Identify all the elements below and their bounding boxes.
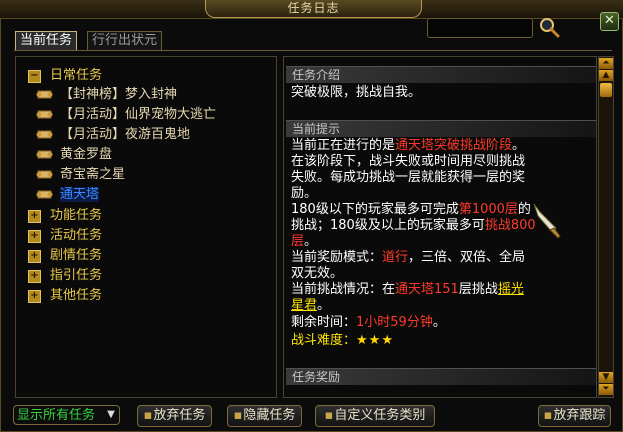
quest-scroll-icon: [36, 190, 53, 199]
tips-header: 当前提示: [286, 120, 596, 137]
category-story[interactable]: + 剧情任务: [28, 246, 102, 266]
scroll-top-icon[interactable]: ⏶: [599, 58, 613, 69]
category-guide[interactable]: + 指引任务: [28, 266, 102, 286]
detail-scrollbar[interactable]: ⏶ ▲ ▼ ⏷: [598, 56, 614, 398]
category-label: 活动任务: [50, 228, 103, 243]
close-button[interactable]: ✕: [600, 12, 619, 31]
tab-career[interactable]: 行行出状元: [87, 31, 163, 50]
magnifier-icon[interactable]: [538, 16, 560, 38]
collapse-icon[interactable]: −: [28, 70, 41, 83]
tip-line: 当前奖励模式：道行，三倍、双倍、全局: [291, 250, 526, 265]
category-label: 指引任务: [50, 268, 103, 283]
quest-filter-select[interactable]: 显示所有任务 ▼: [13, 405, 120, 425]
quest-item-selected[interactable]: 通天塔: [36, 185, 100, 205]
quest-scroll-icon: [36, 90, 53, 99]
quest-item[interactable]: 黄金罗盘: [36, 145, 112, 165]
tip-line: 当前挑战情况：在通天塔151层挑战摇光: [291, 282, 524, 297]
quest-scroll-icon: [36, 110, 53, 119]
quest-item[interactable]: 【封神榜】梦入封神: [36, 85, 177, 105]
category-daily[interactable]: − 日常任务: [28, 66, 102, 86]
button-bullet-icon: ▪: [233, 408, 243, 423]
chevron-down-icon[interactable]: ▼: [105, 409, 117, 421]
expand-icon[interactable]: +: [28, 290, 41, 303]
title-bar[interactable]: 任务日志: [0, 0, 623, 19]
tip-line: 在该阶段下，战斗失败或时间用尽则挑战: [291, 154, 526, 169]
quest-item[interactable]: 【月活动】仙界宠物大逃亡: [36, 105, 216, 125]
button-bullet-icon: ▪: [143, 408, 153, 423]
intro-text: 突破极限，挑战自我。: [291, 85, 422, 100]
category-activity[interactable]: + 活动任务: [28, 226, 102, 246]
npc-link[interactable]: 摇光: [498, 282, 524, 297]
tip-line: 挑战；180级及以上的玩家最多可挑战800: [291, 218, 536, 233]
tip-line: 180级以下的玩家最多可完成第1000层的: [291, 202, 531, 217]
scroll-up-icon[interactable]: ▲: [599, 70, 613, 81]
button-bullet-icon: ▪: [543, 408, 553, 423]
tip-line: 当前正在进行的是通天塔突破挑战阶段。: [291, 138, 526, 153]
category-label: 剧情任务: [50, 248, 103, 263]
sword-cursor-icon: [533, 203, 561, 239]
expand-icon[interactable]: +: [28, 230, 41, 243]
hide-quest-button[interactable]: ▪隐藏任务: [227, 405, 302, 427]
button-bullet-icon: ▪: [324, 408, 334, 423]
quest-scroll-icon: [36, 170, 53, 179]
quest-tree-panel: − 日常任务 【封神榜】梦入封神 【月活动】仙界宠物大逃亡 【月活动】夜游百鬼地…: [15, 56, 277, 398]
tip-line: 失败。每成功挑战一层就能获得一层的奖: [291, 170, 526, 185]
scroll-thumb[interactable]: [600, 83, 612, 97]
npc-link[interactable]: 星君: [291, 298, 317, 313]
expand-icon[interactable]: +: [28, 250, 41, 263]
difficulty: 战斗难度：★★★: [291, 333, 394, 348]
quest-label: 【月活动】仙界宠物大逃亡: [60, 107, 217, 122]
tab-current-quests[interactable]: 当前任务: [15, 31, 78, 50]
untrack-button[interactable]: ▪放弃跟踪: [538, 405, 611, 427]
quest-label: 【月活动】夜游百鬼地: [60, 127, 191, 142]
difficulty-stars: ★★★: [356, 333, 394, 348]
category-other[interactable]: + 其他任务: [28, 286, 102, 306]
category-label: 其他任务: [50, 288, 103, 303]
reward-header: 任务奖励: [286, 368, 596, 385]
tab-divider: [14, 50, 612, 51]
expand-icon[interactable]: +: [28, 270, 41, 283]
custom-category-button[interactable]: ▪自定义任务类别: [315, 405, 435, 427]
quest-label: 通天塔: [60, 187, 100, 202]
category-function[interactable]: + 功能任务: [28, 206, 102, 226]
tip-line: 星君。: [291, 298, 331, 313]
tip-line: 励。: [291, 186, 318, 201]
expand-icon[interactable]: +: [28, 210, 41, 223]
intro-header: 任务介绍: [286, 66, 596, 83]
window-title: 任务日志: [205, 0, 422, 18]
search-input[interactable]: [427, 18, 533, 38]
abandon-quest-button[interactable]: ▪放弃任务: [137, 405, 212, 427]
quest-item[interactable]: 奇宝斋之星: [36, 165, 125, 185]
quest-item[interactable]: 【月活动】夜游百鬼地: [36, 125, 190, 145]
remaining-time: 剩余时间：1小时59分钟。: [291, 315, 446, 330]
scroll-down-icon[interactable]: ▼: [599, 372, 613, 383]
category-label: 日常任务: [50, 68, 103, 83]
category-label: 功能任务: [50, 208, 103, 223]
filter-value: 显示所有任务: [17, 408, 96, 423]
quest-label: 【封神榜】梦入封神: [60, 87, 178, 102]
quest-scroll-icon: [36, 150, 53, 159]
quest-label: 黄金罗盘: [60, 147, 113, 162]
quest-label: 奇宝斋之星: [60, 167, 126, 182]
scroll-bottom-icon[interactable]: ⏷: [599, 384, 613, 395]
quest-scroll-icon: [36, 130, 53, 139]
tip-line: 层。: [291, 234, 318, 249]
tip-line: 双无效。: [291, 266, 344, 281]
